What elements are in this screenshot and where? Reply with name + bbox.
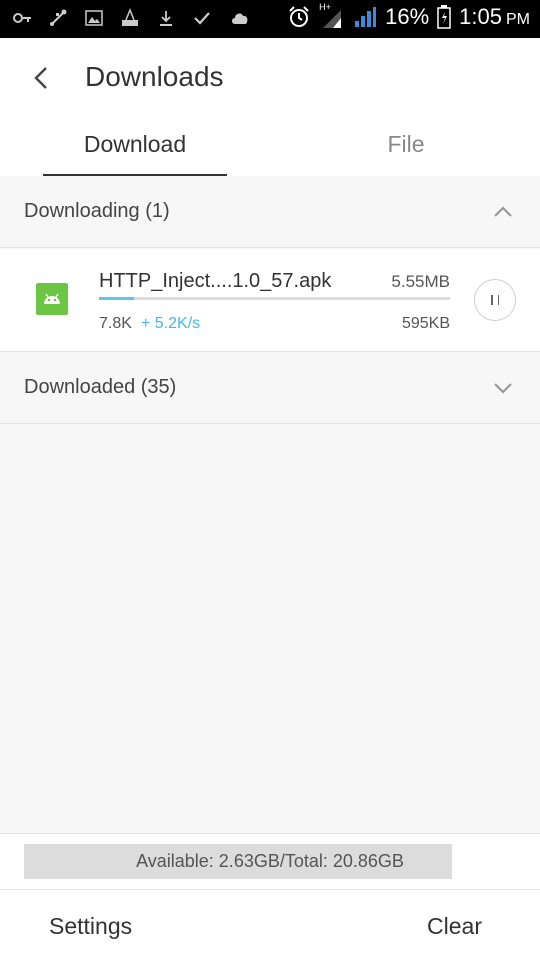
tab-download[interactable]: Download xyxy=(43,130,227,158)
chevron-down-icon xyxy=(494,383,512,394)
clear-button[interactable]: Clear xyxy=(427,912,482,940)
tab-file[interactable]: File xyxy=(314,130,498,158)
android-icon xyxy=(36,283,68,315)
download-icon xyxy=(160,11,172,26)
storage-bar: Available: 2.63GB/Total: 20.86GB xyxy=(24,844,516,879)
check-icon xyxy=(194,12,210,25)
signal-h-plus: H+ xyxy=(319,2,345,30)
signal-icon xyxy=(355,7,377,27)
cleaner-icon xyxy=(122,8,138,26)
downloaded-amount: 7.8K xyxy=(99,315,132,332)
alarm-icon xyxy=(289,6,309,27)
back-button[interactable] xyxy=(24,60,60,96)
usb-icon xyxy=(50,9,67,26)
page-title: Downloads xyxy=(85,61,224,92)
cloud-icon xyxy=(232,13,248,24)
arrow-left-icon xyxy=(34,67,47,89)
chevron-up-icon xyxy=(494,206,512,217)
battery-icon xyxy=(437,5,451,29)
section-downloaded[interactable]: Downloaded (35) xyxy=(0,352,540,424)
pause-icon xyxy=(491,295,493,305)
downloaded-size: 595KB xyxy=(401,315,450,332)
progress-fill xyxy=(99,297,135,300)
file-name: HTTP_Inject....1.0_57.apk xyxy=(99,270,332,292)
download-speed: + 5.2K/s xyxy=(141,315,201,332)
pause-icon-bar xyxy=(497,295,499,305)
image-icon xyxy=(85,10,103,26)
settings-button[interactable]: Settings xyxy=(49,912,132,940)
key-icon xyxy=(13,13,31,23)
header: Downloads Download File xyxy=(0,38,540,176)
download-item[interactable]: HTTP_Inject....1.0_57.apk 5.55MB 7.8K + … xyxy=(0,249,540,352)
clock-ampm: PM xyxy=(506,11,530,28)
battery-percent: 16% xyxy=(385,4,430,29)
progress-bar xyxy=(99,297,450,300)
pause-button[interactable] xyxy=(474,279,516,321)
network-type: H+ xyxy=(319,2,331,12)
section-label: Downloading (1) xyxy=(24,200,170,222)
file-size: 5.55MB xyxy=(391,272,450,291)
notification-icons xyxy=(12,8,252,28)
bottom-bar: Settings Clear xyxy=(0,889,540,960)
section-label: Downloaded (35) xyxy=(24,376,177,398)
storage-text: Available: 2.63GB/Total: 20.86GB xyxy=(136,851,404,871)
section-downloading[interactable]: Downloading (1) xyxy=(0,176,540,248)
storage-info: Available: 2.63GB/Total: 20.86GB xyxy=(0,833,540,889)
status-right: H+ 16% 1:05 PM xyxy=(287,2,530,30)
clock: 1:05 xyxy=(459,4,502,29)
status-bar: H+ 16% 1:05 PM xyxy=(0,0,540,38)
